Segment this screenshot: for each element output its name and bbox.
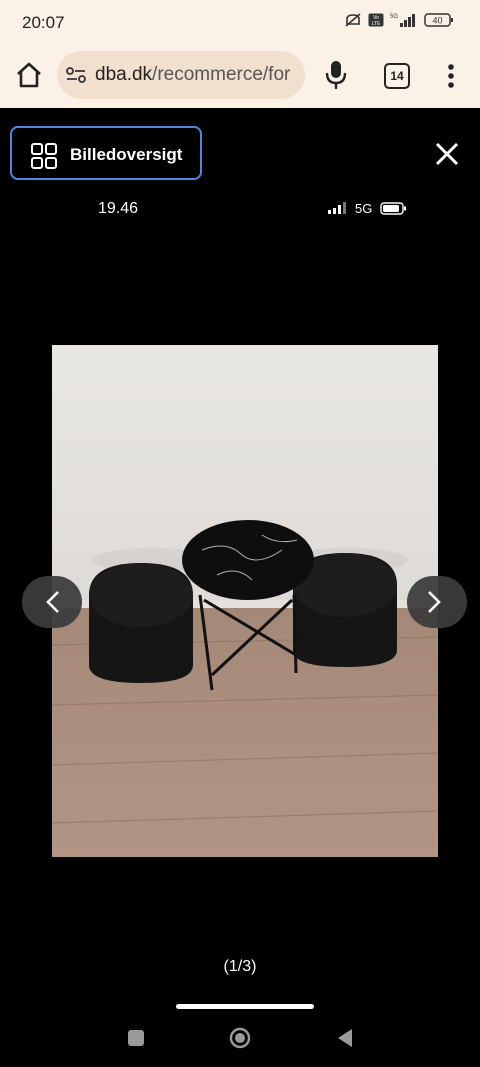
photo-time: 19.46 xyxy=(98,200,139,217)
more-vert-icon[interactable] xyxy=(444,62,458,90)
chevron-left-icon[interactable] xyxy=(22,576,82,628)
recents-button[interactable] xyxy=(128,1030,144,1046)
photo-illustration xyxy=(52,345,438,857)
tune-icon[interactable] xyxy=(65,65,87,85)
photo-signal-icon xyxy=(328,202,346,214)
nav-home-icon[interactable] xyxy=(229,1027,251,1049)
signal-5g-icon: 5G xyxy=(390,14,415,27)
overview-button[interactable]: Billedoversigt xyxy=(10,126,202,180)
volte-icon: Vo LTE xyxy=(368,13,384,27)
browser-toolbar: dba.dk/recommerce/for 14 xyxy=(0,44,480,108)
overview-label: Billedoversigt xyxy=(70,145,183,164)
nav-back-icon[interactable] xyxy=(336,1028,354,1048)
battery-level: 40 xyxy=(432,16,442,26)
gesture-bar[interactable] xyxy=(176,1004,314,1009)
svg-text:LTE: LTE xyxy=(372,21,381,27)
url-text: dba.dk/recommerce/for xyxy=(95,64,290,86)
close-icon[interactable] xyxy=(434,141,460,167)
chevron-right-icon[interactable] xyxy=(407,576,467,628)
product-photo xyxy=(52,345,438,857)
mute-icon xyxy=(345,13,361,27)
tab-switcher-button[interactable]: 14 xyxy=(384,63,410,89)
system-status-bar: 20:07 Vo LTE 5G 40 xyxy=(0,0,480,44)
status-icons: Vo LTE 5G 40 xyxy=(344,12,454,28)
home-icon[interactable] xyxy=(14,60,44,90)
status-time: 20:07 xyxy=(22,13,65,32)
grid-icon xyxy=(31,143,57,169)
url-path: /recommerce/for xyxy=(152,64,291,85)
image-viewer: Billedoversigt 19.46 5G (1/3) xyxy=(0,108,480,1067)
address-bar[interactable]: dba.dk/recommerce/for xyxy=(57,51,305,99)
mic-icon[interactable] xyxy=(322,58,350,92)
image-counter: (1/3) xyxy=(223,958,257,975)
battery-icon: 40 xyxy=(424,13,453,27)
photo-battery-icon xyxy=(380,202,406,215)
svg-text:5G: 5G xyxy=(390,14,398,20)
photo-network: 5G xyxy=(355,201,373,216)
photo-embedded-status: 19.46 5G xyxy=(0,200,480,220)
url-domain: dba.dk xyxy=(95,64,153,85)
tab-count: 14 xyxy=(390,69,404,83)
